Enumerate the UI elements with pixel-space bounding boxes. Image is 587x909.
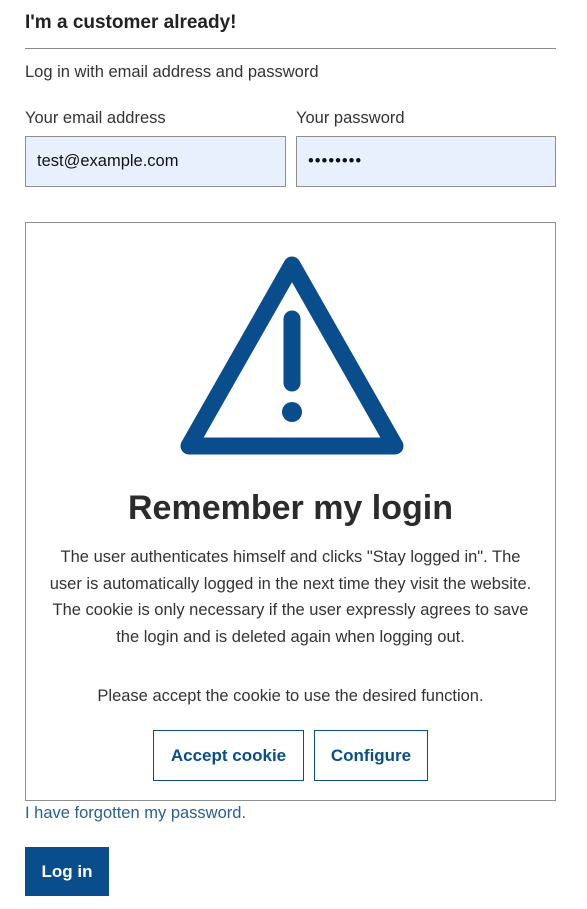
consent-description: The user authenticates himself and click… — [49, 548, 532, 646]
title-divider — [25, 48, 556, 49]
cookie-consent-overlay: Remember my login The user authenticates… — [25, 222, 556, 801]
login-subtitle: Log in with email address and password — [25, 63, 319, 81]
email-field[interactable] — [25, 136, 286, 187]
configure-button[interactable]: Configure — [314, 730, 428, 781]
consent-title: Remember my login — [128, 489, 453, 527]
accept-cookie-button[interactable]: Accept cookie — [153, 730, 304, 781]
login-page: I'm a customer already! Log in with emai… — [0, 0, 587, 909]
password-label: Your password — [296, 109, 405, 127]
forgot-password-link[interactable]: I have forgotten my password. — [25, 804, 246, 823]
password-field[interactable] — [296, 136, 556, 187]
login-button[interactable]: Log in — [25, 847, 109, 896]
page-title: I'm a customer already! — [25, 12, 237, 33]
warning-triangle-icon — [180, 256, 404, 455]
email-label: Your email address — [25, 109, 166, 127]
consent-note: Please accept the cookie to use the desi… — [97, 687, 484, 705]
